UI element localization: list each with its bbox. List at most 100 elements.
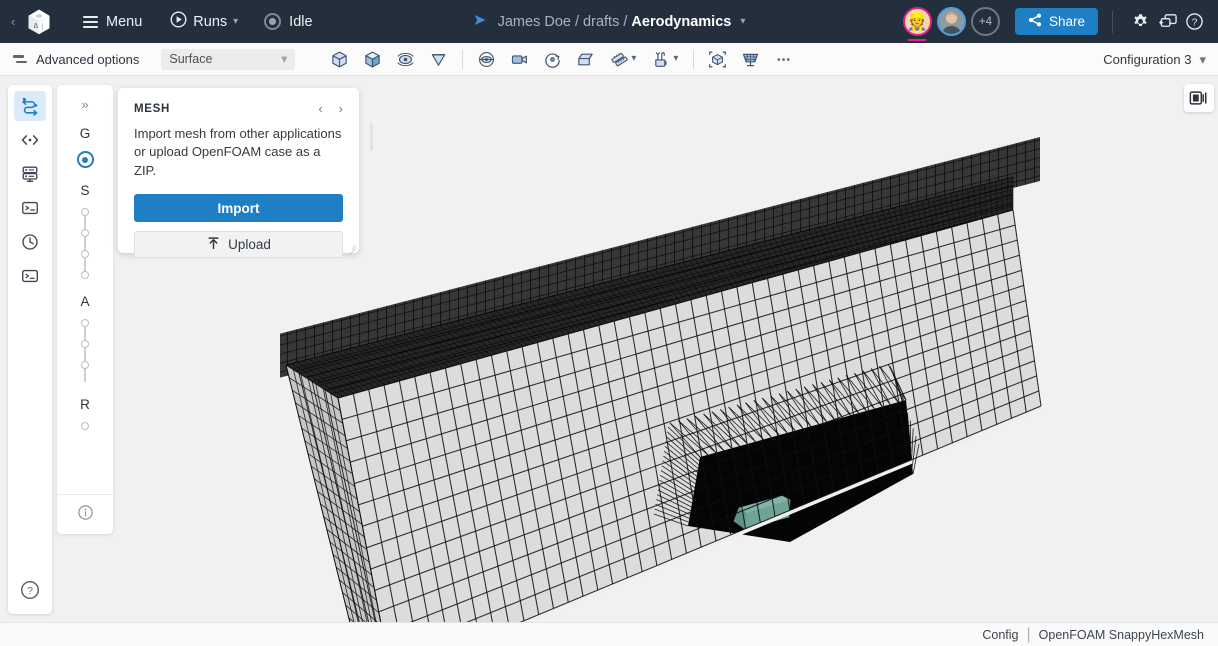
sidebar-item-inputs[interactable] — [14, 193, 46, 223]
surface-visibility-icon[interactable] — [389, 45, 422, 73]
svg-text:?: ? — [27, 585, 33, 597]
mesh-panel: MESH ‹ › Import mesh from other applicat… — [118, 88, 359, 253]
toolbar: Advanced options Surface ▾ — [0, 43, 1218, 76]
svg-text:|: | — [41, 23, 43, 30]
configuration-value: Configuration 3 — [1103, 52, 1191, 67]
stepper-group-letter[interactable]: A — [80, 294, 89, 309]
status-indicator[interactable]: Idle — [264, 13, 312, 30]
upload-arrow-icon — [206, 236, 221, 254]
cube-wireframe-icon[interactable] — [323, 45, 356, 73]
svg-text:?: ? — [1192, 18, 1198, 29]
chevron-down-icon: ▾ — [673, 54, 678, 64]
breadcrumb-text[interactable]: James Doe / drafts / Aerodynamics — [498, 14, 732, 30]
avatar-glyph: 👷 — [907, 12, 928, 32]
sidebar-item-terminal[interactable] — [14, 261, 46, 291]
stepper-group-letter[interactable]: S — [80, 183, 89, 198]
stepper-connector — [84, 237, 85, 250]
avatar-group: 👷 +4 — [903, 7, 1000, 36]
chevron-down-icon: ▾ — [233, 17, 238, 27]
box-3d-icon[interactable] — [569, 45, 602, 73]
workflow-stepper: » G S A R — [57, 85, 113, 534]
stepper-step[interactable] — [81, 319, 89, 327]
view-sphere-icon[interactable] — [470, 45, 503, 73]
clip-plane-icon[interactable] — [422, 45, 455, 73]
advanced-options-button[interactable]: Advanced options — [13, 52, 139, 67]
display-mode-select[interactable]: Surface ▾ — [161, 49, 295, 70]
play-circle-icon — [170, 11, 187, 33]
breadcrumb-chevron-down-icon[interactable]: ▾ — [740, 17, 745, 27]
menu-label: Menu — [106, 14, 142, 30]
application-root: ‹ Δ | Menu — [0, 0, 1218, 646]
sidebar-item-server[interactable] — [14, 159, 46, 189]
share-nodes-icon — [1028, 13, 1042, 30]
sidebar-item-code[interactable] — [14, 125, 46, 155]
share-button[interactable]: Share — [1015, 8, 1098, 35]
measure-tools-icon[interactable]: ▾ — [602, 45, 644, 73]
mesh-panel-nav: ‹ › — [318, 102, 343, 115]
stepper-step[interactable] — [81, 208, 89, 216]
stepper-group-letter[interactable]: R — [80, 397, 90, 412]
stepper-collapse-icon[interactable]: » — [81, 98, 88, 111]
import-button[interactable]: Import — [134, 194, 343, 222]
stepper-step-current[interactable] — [77, 151, 94, 168]
stepper-step[interactable] — [81, 250, 89, 258]
rail-help-icon[interactable]: ? — [19, 579, 41, 606]
breadcrumb-folder[interactable]: drafts — [583, 14, 619, 30]
stepper-footer — [57, 494, 113, 534]
breadcrumb-owner[interactable]: James Doe — [498, 14, 571, 30]
upload-button[interactable]: Upload — [134, 231, 343, 258]
resize-grip-icon[interactable] — [347, 241, 356, 250]
toolbar-group-1 — [323, 45, 455, 73]
info-circle-icon[interactable] — [77, 504, 94, 526]
annotate-tools-icon[interactable]: ▾ — [644, 45, 686, 73]
avatar[interactable]: 👷 — [903, 7, 932, 36]
toolbar-separator — [693, 50, 694, 69]
cube-solid-icon[interactable] — [356, 45, 389, 73]
status-bar: Config | OpenFOAM SnappyHexMesh — [0, 622, 1218, 646]
stepper-chain — [81, 422, 89, 430]
runs-button[interactable]: Runs ▾ — [170, 11, 238, 33]
stepper-step[interactable] — [81, 361, 89, 369]
chevron-down-icon: ▾ — [281, 53, 287, 66]
configuration-select[interactable]: Configuration 3 ▾ — [1103, 52, 1206, 67]
menu-button[interactable]: Menu — [83, 14, 142, 30]
toolbar-group-3 — [701, 45, 800, 73]
stepper-connector — [84, 216, 85, 229]
app-cube-logo[interactable]: Δ | — [22, 5, 56, 39]
statusbar-config-label[interactable]: Config — [982, 628, 1018, 642]
rotate-icon[interactable] — [536, 45, 569, 73]
breadcrumb-current: Aerodynamics — [631, 14, 731, 30]
video-record-icon[interactable] — [1184, 84, 1214, 112]
stepper-chain — [81, 319, 89, 382]
next-step-icon[interactable]: › — [339, 102, 343, 115]
mesh-panel-description: Import mesh from other applications or u… — [134, 125, 343, 180]
stepper-step[interactable] — [81, 340, 89, 348]
feedback-icon[interactable] — [1154, 8, 1181, 35]
svg-text:Δ: Δ — [34, 22, 39, 29]
avatar-overflow[interactable]: +4 — [971, 7, 1000, 36]
gear-icon[interactable] — [1127, 8, 1154, 35]
status-dot-icon — [264, 13, 281, 30]
fit-to-view-icon[interactable] — [701, 45, 734, 73]
grid-plane-icon[interactable] — [734, 45, 767, 73]
stepper-chain — [81, 208, 89, 279]
runs-label: Runs — [193, 14, 227, 30]
sidebar-item-setup[interactable] — [14, 91, 46, 121]
header-actions: 👷 +4 — [903, 7, 1208, 36]
more-options-icon[interactable] — [767, 45, 800, 73]
stepper-step[interactable] — [81, 422, 89, 430]
stepper-step[interactable] — [81, 229, 89, 237]
camera-icon[interactable] — [503, 45, 536, 73]
stepper-group-letter[interactable]: G — [80, 126, 91, 141]
share-label: Share — [1049, 14, 1085, 29]
panel-scrollbar[interactable] — [370, 123, 373, 151]
back-icon[interactable]: ‹ — [5, 14, 21, 29]
stepper-step[interactable] — [81, 271, 89, 279]
statusbar-separator: | — [1026, 626, 1030, 644]
mesh-panel-header: MESH ‹ › — [134, 102, 343, 115]
prev-step-icon[interactable]: ‹ — [318, 102, 322, 115]
send-triangle-icon — [473, 13, 489, 30]
avatar[interactable] — [937, 7, 966, 36]
question-circle-icon[interactable]: ? — [1181, 8, 1208, 35]
sidebar-item-history[interactable] — [14, 227, 46, 257]
